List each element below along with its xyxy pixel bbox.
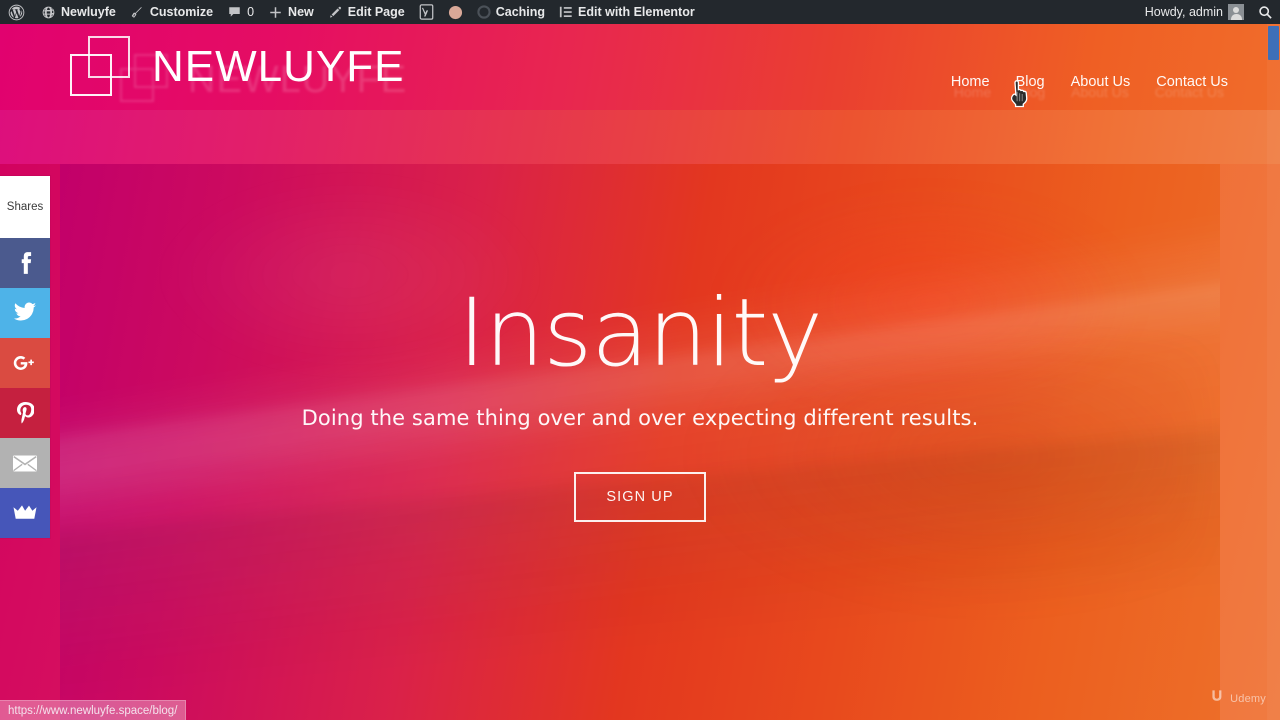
nav-item-contact-us[interactable]: Contact Us [1156, 74, 1228, 90]
hero-title: Insanity [457, 279, 823, 388]
pencil-icon [328, 5, 343, 20]
admin-bar-greeting: Howdy, admin [1144, 5, 1223, 19]
scrollbar-thumb[interactable] [1268, 26, 1279, 60]
admin-bar-item-site-name[interactable]: Newluyfe [34, 0, 123, 24]
list-lines-icon [559, 5, 573, 19]
wp-logo-button[interactable] [0, 0, 34, 24]
share-count-label: Shares [0, 176, 50, 238]
envelope-icon [12, 454, 38, 473]
share-button-pinterest[interactable] [0, 388, 50, 438]
udemy-logo-icon [1210, 689, 1226, 708]
nav-item-blog[interactable]: Blog [1016, 74, 1045, 90]
admin-bar-item-new[interactable]: New [261, 0, 321, 24]
user-avatar-icon [1228, 4, 1244, 20]
scrollbar-track[interactable] [1267, 24, 1280, 720]
hero-content: Insanity Doing the same thing over and o… [60, 164, 1220, 720]
dashboard-site-icon [41, 5, 56, 20]
admin-bar-item-edit-with-elementor[interactable]: Edit with Elementor [552, 0, 702, 24]
site-page: NEWLUYFE NEWLUYFE Home Blog About Us Con… [0, 24, 1280, 720]
hero-subtitle: Doing the same thing over and over expec… [301, 405, 979, 430]
plus-icon [268, 5, 283, 20]
nav-item-about-us[interactable]: About Us [1071, 74, 1131, 90]
wp-admin-bar: Newluyfe Customize 0 New Edit Page Cachi… [0, 0, 1280, 24]
admin-bar-item-edit-page[interactable]: Edit Page [321, 0, 412, 24]
crown-icon [12, 504, 38, 522]
social-share-bar: Shares [0, 176, 50, 538]
admin-bar-account[interactable]: Howdy, admin [1138, 0, 1251, 24]
yoast-seo-icon [419, 4, 434, 20]
twitter-bird-icon [13, 302, 37, 324]
facebook-f-icon [18, 251, 32, 275]
admin-bar-item-customize-label: Customize [149, 5, 214, 19]
admin-bar-item-yoast-seo[interactable] [412, 0, 441, 24]
admin-bar-item-site-name-label: Newluyfe [61, 5, 116, 19]
site-logo-text: NEWLUYFE [152, 42, 405, 91]
admin-bar-item-caching-label: Caching [495, 5, 546, 19]
share-button-email[interactable] [0, 438, 50, 488]
admin-bar-item-comments-count: 0 [247, 5, 255, 19]
admin-bar-search-button[interactable] [1251, 0, 1280, 24]
site-logo[interactable]: NEWLUYFE [70, 30, 404, 104]
share-button-buffer[interactable] [0, 488, 50, 538]
two-overlapping-squares-icon [70, 36, 142, 98]
paintbrush-icon [130, 5, 145, 20]
admin-bar-item-edit-page-label: Edit Page [347, 5, 405, 19]
search-icon [1258, 5, 1273, 20]
share-button-twitter[interactable] [0, 288, 50, 338]
admin-bar-item-customize[interactable]: Customize [123, 0, 220, 24]
sign-up-button[interactable]: SIGN UP [574, 471, 706, 522]
udemy-watermark-label: Udemy [1230, 692, 1266, 705]
link-status-bar: https://www.newluyfe.space/blog/ [0, 700, 187, 720]
admin-bar-item-comments[interactable]: 0 [220, 0, 261, 24]
wordpress-logo-icon [8, 4, 25, 21]
admin-bar-item-caching[interactable]: Caching [470, 0, 552, 24]
admin-bar-item-new-label: New [288, 5, 314, 19]
header-underband [0, 110, 1280, 164]
pinterest-p-icon [16, 401, 34, 425]
nav-item-home[interactable]: Home [951, 74, 990, 90]
udemy-watermark: Udemy [1210, 689, 1266, 708]
link-status-url: https://www.newluyfe.space/blog/ [8, 704, 178, 717]
main-navigation: Home Blog About Us Contact Us [951, 74, 1228, 90]
google-plus-icon [12, 353, 38, 373]
comment-bubble-icon [227, 5, 242, 20]
circle-avatar-icon [448, 5, 463, 20]
admin-bar-item-user-circle[interactable] [441, 0, 470, 24]
share-button-google-plus[interactable] [0, 338, 50, 388]
share-button-facebook[interactable] [0, 238, 50, 288]
caching-circle-icon [477, 5, 491, 19]
admin-bar-item-elementor-label: Edit with Elementor [578, 5, 695, 19]
hero-section: Insanity Doing the same thing over and o… [60, 164, 1220, 720]
